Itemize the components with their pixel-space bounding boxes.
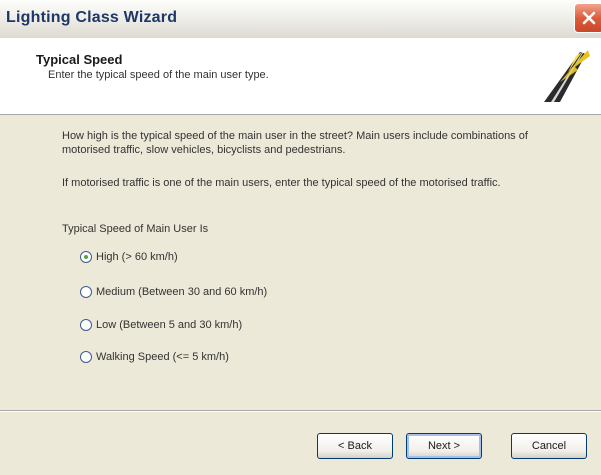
radio-icon[interactable]	[80, 351, 92, 363]
radio-label: Walking Speed (<= 5 km/h)	[96, 351, 229, 363]
wizard-header: Typical Speed Enter the typical speed of…	[0, 38, 601, 115]
window-title: Lighting Class Wizard	[6, 9, 178, 26]
wizard-road-icon	[544, 50, 590, 102]
radio-option-high[interactable]: High (> 60 km/h)	[80, 248, 178, 266]
page-title: Typical Speed	[36, 52, 123, 67]
cancel-button[interactable]: Cancel	[511, 433, 587, 459]
instruction-text: If motorised traffic is one of the main …	[62, 177, 501, 189]
back-button[interactable]: < Back	[317, 433, 393, 459]
wizard-window: Lighting Class Wizard Typical Speed Ente…	[0, 0, 601, 475]
radio-label: Medium (Between 30 and 60 km/h)	[96, 286, 268, 298]
radio-label: High (> 60 km/h)	[96, 251, 178, 263]
radio-icon[interactable]	[80, 286, 92, 298]
title-bar[interactable]: Lighting Class Wizard	[0, 0, 601, 39]
page-subtitle: Enter the typical speed of the main user…	[48, 69, 269, 81]
close-icon	[582, 11, 596, 25]
radio-option-low[interactable]: Low (Between 5 and 30 km/h)	[80, 316, 242, 334]
radio-option-walking[interactable]: Walking Speed (<= 5 km/h)	[80, 348, 229, 366]
close-button[interactable]	[574, 3, 601, 33]
radio-icon[interactable]	[80, 251, 92, 263]
radio-option-medium[interactable]: Medium (Between 30 and 60 km/h)	[80, 283, 267, 301]
next-button[interactable]: Next >	[406, 433, 482, 459]
radio-icon[interactable]	[80, 319, 92, 331]
radio-label: Low (Between 5 and 30 km/h)	[96, 319, 243, 331]
wizard-content: How high is the typical speed of the mai…	[0, 115, 601, 410]
footer-separator	[0, 410, 601, 412]
speed-group-label: Typical Speed of Main User Is	[62, 223, 209, 235]
question-text: How high is the typical speed of the mai…	[62, 130, 528, 156]
